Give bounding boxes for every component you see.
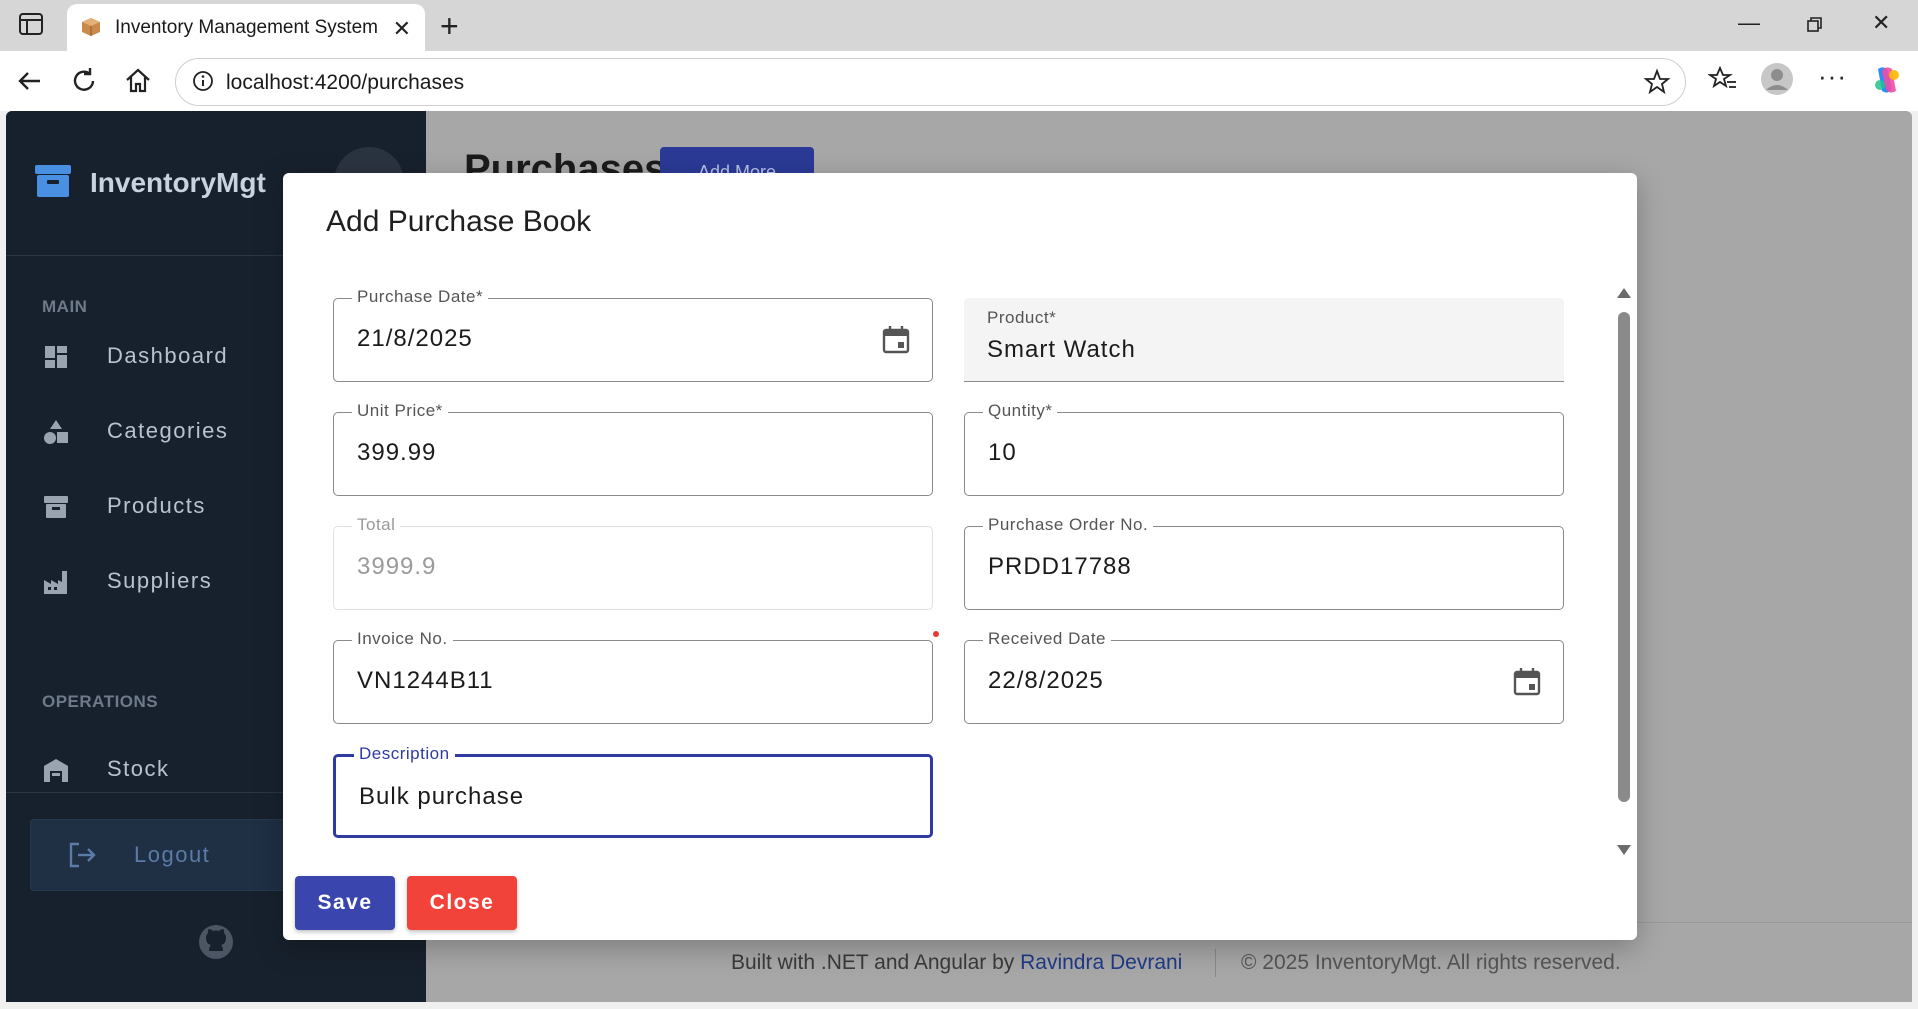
purchase-date-field[interactable]: Purchase Date* 21/8/2025	[333, 287, 933, 382]
archive-logo-icon	[35, 165, 71, 197]
scroll-down-arrow-icon[interactable]	[1617, 845, 1631, 855]
field-label: Unit Price*	[352, 401, 448, 421]
minimize-icon[interactable]: —	[1738, 10, 1760, 36]
field-label: Quntity*	[983, 401, 1058, 421]
add-purchase-dialog: Add Purchase Book Purchase Date* 21/8/20…	[283, 173, 1637, 940]
favorite-star-icon[interactable]	[1643, 68, 1671, 96]
logout-icon	[69, 842, 96, 868]
author-link[interactable]: Ravindra Devrani	[1020, 951, 1182, 974]
unit-price-field[interactable]: Unit Price* 399.99	[333, 401, 933, 496]
calendar-icon[interactable]	[880, 324, 912, 356]
sidebar-item-label: Categories	[107, 418, 229, 443]
browser-tab[interactable]: Inventory Management System ✕	[67, 4, 425, 51]
close-tab-icon[interactable]: ✕	[393, 16, 411, 42]
category-icon	[44, 420, 68, 444]
brand-name: InventoryMgt	[90, 167, 266, 198]
close-button[interactable]: Close	[407, 876, 517, 930]
field-label: Invoice No.	[352, 629, 453, 649]
factory-icon	[44, 571, 67, 594]
field-value: 21/8/2025	[357, 325, 473, 352]
github-icon[interactable]	[197, 923, 235, 961]
dialog-scrollbar[interactable]	[1613, 288, 1635, 855]
sidebar-item-label: Stock	[107, 756, 170, 781]
section-main: MAIN	[42, 297, 88, 316]
footer-copyright: © 2025 InventoryMgt. All rights reserved…	[1241, 951, 1621, 974]
total-field: Total 3999.9	[333, 515, 933, 610]
field-label: Purchase Date*	[352, 287, 489, 307]
field-value: Bulk purchase	[359, 783, 525, 810]
received-date-field[interactable]: Received Date 22/8/2025	[964, 629, 1564, 724]
dashboard-icon	[45, 346, 67, 368]
scroll-up-arrow-icon[interactable]	[1617, 288, 1631, 298]
package-favicon-icon	[82, 18, 100, 36]
restore-icon[interactable]	[1806, 16, 1824, 34]
field-value: Smart Watch	[987, 336, 1136, 363]
tab-title: Inventory Management System	[115, 17, 378, 38]
address-bar[interactable]: localhost:4200/purchases	[175, 58, 1686, 106]
sidebar-item-label: Suppliers	[107, 568, 213, 593]
warehouse-icon	[44, 759, 68, 782]
field-value: 3999.9	[357, 553, 437, 580]
home-icon[interactable]	[122, 65, 154, 97]
field-value: VN1244B11	[357, 667, 494, 694]
close-window-icon[interactable]: ✕	[1872, 10, 1890, 36]
profile-avatar-icon[interactable]	[1760, 62, 1794, 96]
field-value: 399.99	[357, 439, 437, 466]
footer-built-text: Built with .NET and Angular by	[731, 951, 1015, 974]
calendar-icon[interactable]	[1511, 666, 1543, 698]
quantity-field[interactable]: Quntity* 10	[964, 401, 1564, 496]
field-value: 22/8/2025	[988, 667, 1104, 694]
logout-label: Logout	[134, 842, 211, 867]
section-operations: OPERATIONS	[42, 692, 159, 711]
scrollbar-thumb[interactable]	[1618, 312, 1630, 802]
save-button[interactable]: Save	[295, 876, 395, 930]
archive-icon	[44, 496, 68, 518]
info-icon[interactable]	[192, 70, 214, 92]
back-icon[interactable]	[14, 65, 46, 97]
favorites-icon[interactable]	[1708, 64, 1738, 94]
indicator-dot	[933, 631, 939, 637]
reload-icon[interactable]	[68, 65, 100, 97]
sidebar-item-label: Products	[107, 493, 206, 518]
field-label: Total	[352, 515, 401, 535]
browser-toolbar: localhost:4200/purchases ···	[0, 51, 1918, 111]
description-field[interactable]: Description Bulk purchase	[333, 744, 933, 838]
field-value: 10	[988, 439, 1017, 466]
new-tab-icon[interactable]: +	[440, 8, 459, 45]
field-label: Received Date	[983, 629, 1112, 649]
url-text: localhost:4200/purchases	[226, 71, 465, 94]
field-label: Description	[354, 744, 455, 764]
browser-tab-bar: Inventory Management System ✕ + — ✕	[0, 0, 1918, 51]
invoice-no-field[interactable]: Invoice No. VN1244B11	[333, 629, 933, 724]
more-options-icon[interactable]: ···	[1818, 61, 1847, 92]
tab-actions-icon[interactable]	[18, 12, 44, 36]
sidebar-item-label: Dashboard	[107, 343, 229, 368]
footer-credit: Built with .NET and Angular by Ravindra …	[731, 951, 1182, 975]
copilot-icon[interactable]	[1870, 63, 1904, 97]
field-value: PRDD17788	[988, 553, 1132, 580]
dialog-title: Add Purchase Book	[326, 205, 592, 238]
field-label: Product*	[987, 308, 1057, 327]
product-select[interactable]: Product* Smart Watch	[964, 298, 1564, 382]
footer-separator	[1215, 949, 1216, 977]
field-label: Purchase Order No.	[983, 515, 1154, 535]
purchase-order-no-field[interactable]: Purchase Order No. PRDD17788	[964, 515, 1564, 610]
